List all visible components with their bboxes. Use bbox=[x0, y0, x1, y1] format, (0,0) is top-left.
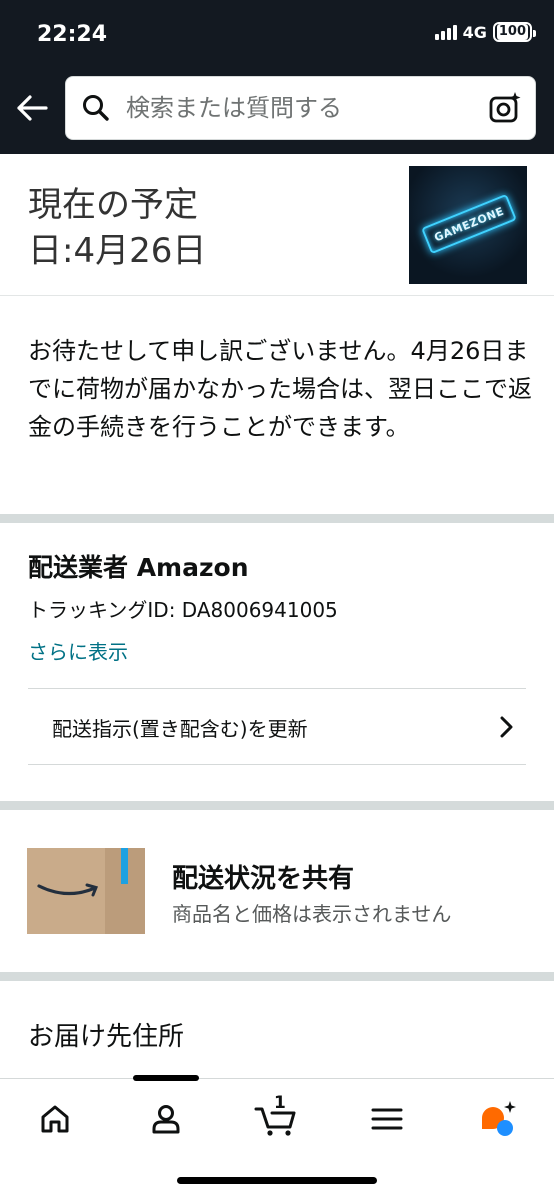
section-separator bbox=[0, 514, 554, 523]
estimate-text: 現在の予定 日:4月26日 bbox=[28, 182, 206, 274]
divider bbox=[28, 688, 526, 689]
bottom-nav: 1 bbox=[0, 1075, 554, 1199]
tracking-id: トラッキングID: DA8006941005 bbox=[28, 598, 338, 622]
apology-text: お待たせして申し訳ございません。4月26日までに荷物が届かなかった場合は、翌日こ… bbox=[28, 337, 532, 441]
search-bar[interactable] bbox=[65, 76, 536, 140]
chevron-right-icon bbox=[486, 715, 526, 739]
network-type: 4G bbox=[462, 22, 487, 42]
status-indicators: 4G 100 bbox=[434, 22, 537, 42]
nav-cart[interactable]: 1 bbox=[248, 1093, 304, 1143]
top-bar: 22:24 4G 100 bbox=[0, 0, 554, 154]
share-title: 配送状況を共有 bbox=[172, 864, 355, 894]
search-icon bbox=[66, 78, 126, 138]
account-icon bbox=[152, 1105, 180, 1134]
apology-section: お待たせして申し訳ございません。4月26日までに荷物が届かなかった場合は、翌日こ… bbox=[0, 296, 554, 514]
scroll-indicator bbox=[133, 1075, 199, 1081]
menu-icon bbox=[371, 1108, 403, 1130]
estimate-line-1: 現在の予定 bbox=[28, 185, 198, 225]
delivery-estimate: 現在の予定 日:4月26日 GAMEZONE bbox=[0, 154, 554, 296]
divider bbox=[28, 764, 526, 765]
back-button[interactable] bbox=[14, 90, 50, 126]
product-thumbnail[interactable]: GAMEZONE bbox=[409, 166, 527, 284]
status-time: 22:24 bbox=[37, 22, 108, 47]
back-arrow-icon bbox=[17, 95, 48, 121]
home-icon bbox=[41, 1105, 69, 1133]
nav-rufus[interactable] bbox=[469, 1095, 525, 1143]
estimate-line-2: 日:4月26日 bbox=[28, 231, 207, 271]
nav-menu[interactable] bbox=[359, 1095, 415, 1143]
signal-icon bbox=[434, 24, 457, 40]
nav-account[interactable] bbox=[138, 1095, 194, 1143]
amazon-box-icon bbox=[27, 848, 145, 934]
rufus-icon bbox=[482, 1101, 516, 1136]
battery-icon: 100 bbox=[492, 22, 537, 42]
share-tracking-row[interactable]: 配送状況を共有 商品名と価格は表示されません bbox=[0, 810, 554, 972]
search-input[interactable] bbox=[126, 94, 475, 122]
show-more-link[interactable]: さらに表示 bbox=[28, 636, 128, 665]
section-separator bbox=[0, 972, 554, 981]
update-instructions-label: 配送指示(置き配含む)を更新 bbox=[52, 716, 308, 741]
share-subtitle: 商品名と価格は表示されません bbox=[172, 902, 452, 926]
cart-count-badge: 1 bbox=[274, 1093, 286, 1113]
battery-level: 100 bbox=[496, 24, 528, 40]
camera-button[interactable] bbox=[475, 78, 535, 138]
nav-home[interactable] bbox=[27, 1095, 83, 1143]
carrier-title: 配送業者 Amazon bbox=[28, 553, 249, 582]
section-separator bbox=[0, 801, 554, 810]
thumbnail-neon-sign: GAMEZONE bbox=[421, 193, 517, 255]
camera-icon bbox=[489, 92, 521, 123]
home-indicator bbox=[177, 1177, 377, 1184]
address-title: お届け先住所 bbox=[28, 1022, 185, 1052]
update-delivery-instructions-row[interactable]: 配送指示(置き配含む)を更新 bbox=[28, 690, 526, 764]
